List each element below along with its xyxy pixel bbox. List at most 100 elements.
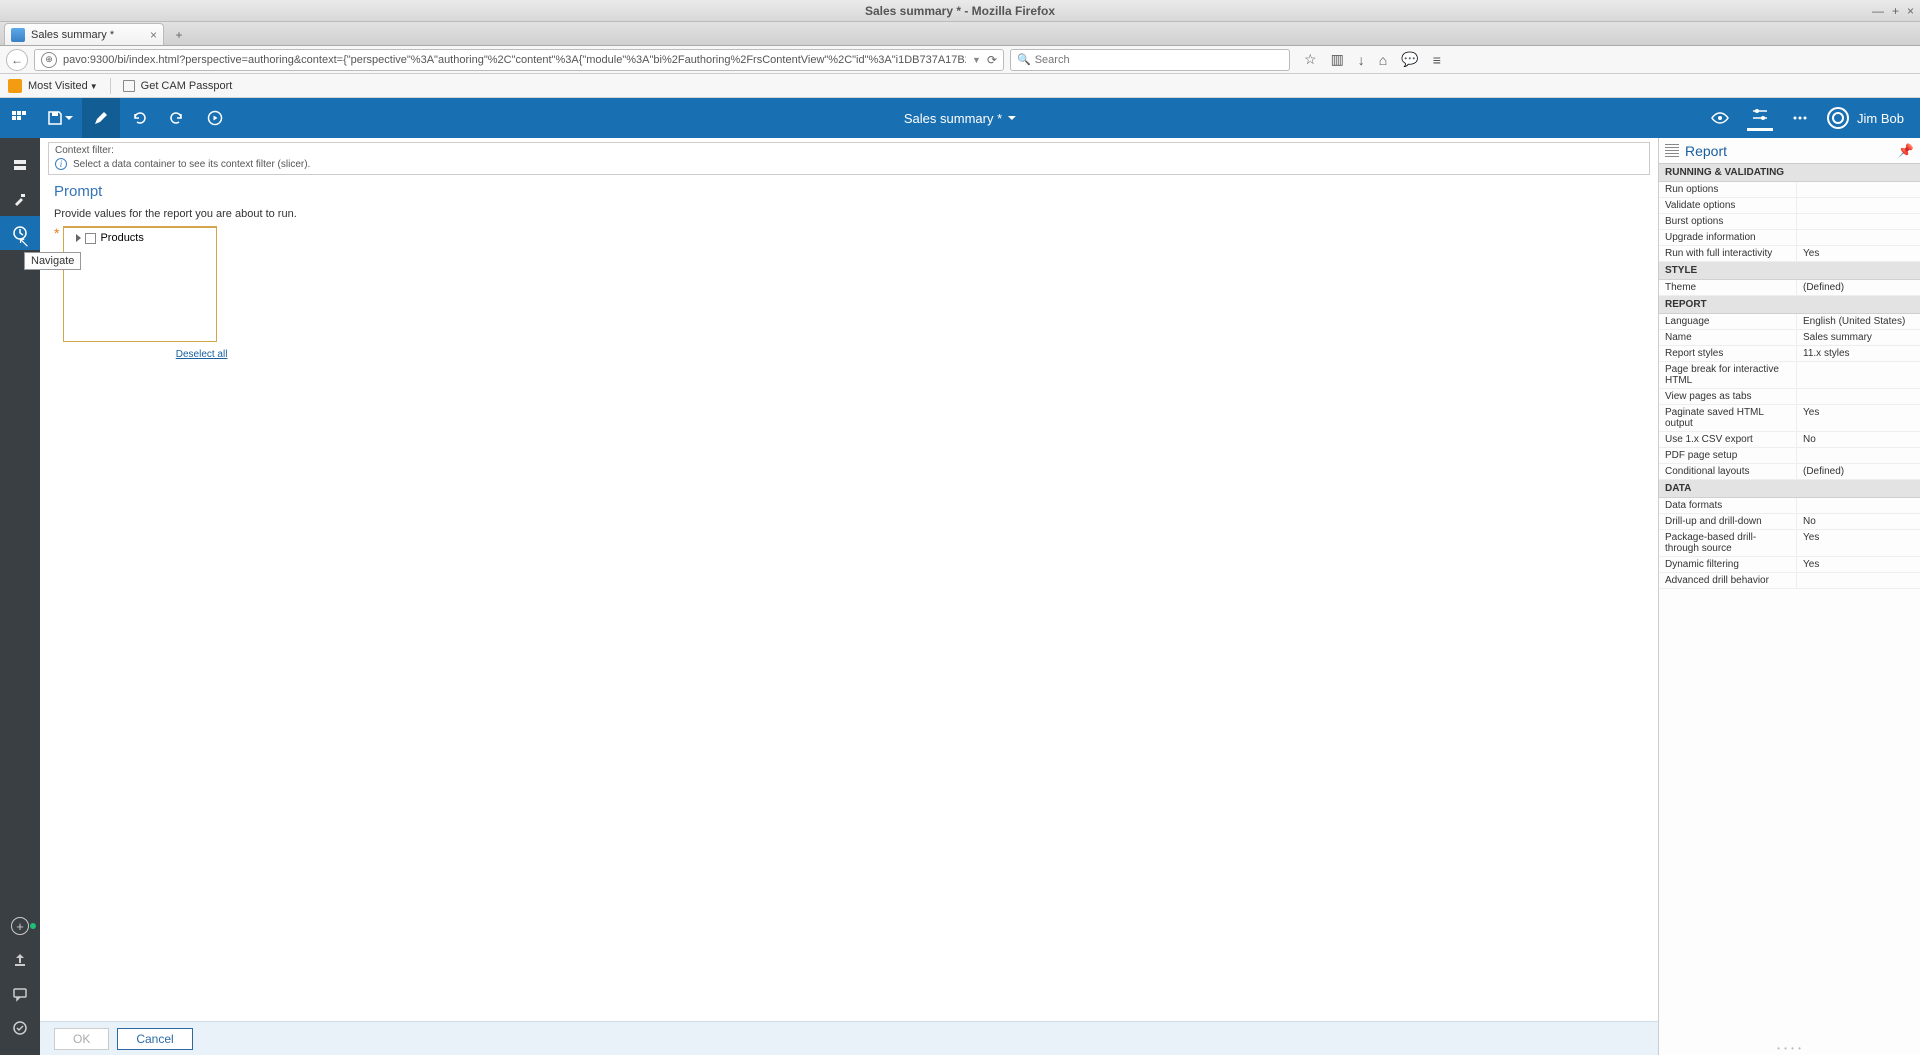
main-area: ↖ Navigate + Context filter: i Select a … [0, 138, 1920, 1055]
cam-passport-icon [123, 80, 135, 92]
chat-icon[interactable]: 💬 [1401, 51, 1418, 68]
prop-row[interactable]: Package-based drill-through sourceYes [1659, 530, 1920, 557]
chevron-down-icon [1008, 116, 1016, 120]
preview-button[interactable] [1707, 105, 1733, 131]
downloads-icon[interactable]: ↓ [1358, 52, 1365, 68]
prop-row[interactable]: Dynamic filteringYes [1659, 557, 1920, 573]
save-button[interactable] [38, 98, 82, 138]
urlbar-row: ← ⊕ pavo:9300/bi/index.html?perspective=… [0, 46, 1920, 74]
cancel-button[interactable]: Cancel [117, 1028, 192, 1050]
prop-row[interactable]: Advanced drill behavior [1659, 573, 1920, 589]
prompt-heading: Prompt [54, 183, 1644, 200]
window-titlebar: Sales summary * - Mozilla Firefox — + × [0, 0, 1920, 22]
sidebar-item-data[interactable] [0, 148, 40, 182]
prompt-tree[interactable]: Products [63, 226, 217, 342]
undo-icon [131, 110, 147, 126]
properties-panel: Report 📌 RUNNING & VALIDATING Run option… [1658, 138, 1920, 1055]
prop-row[interactable]: NameSales summary [1659, 330, 1920, 346]
search-input[interactable] [1035, 54, 1283, 66]
properties-button[interactable] [1747, 105, 1773, 131]
app-menu-button[interactable] [0, 98, 38, 138]
sidebar-item-navigate[interactable] [0, 216, 40, 250]
app-toolbar: Sales summary * Jim Bob [0, 98, 1920, 138]
prop-row[interactable]: Conditional layouts(Defined) [1659, 464, 1920, 480]
prop-row[interactable]: Page break for interactive HTML [1659, 362, 1920, 389]
tree-expand-icon[interactable] [76, 234, 81, 242]
user-menu[interactable]: Jim Bob [1827, 107, 1904, 129]
check-circle-icon [12, 1020, 28, 1036]
url-input[interactable]: ⊕ pavo:9300/bi/index.html?perspective=au… [34, 49, 1004, 71]
properties-title: Report [1685, 143, 1727, 159]
redo-button[interactable] [158, 98, 196, 138]
prop-row[interactable]: Upgrade information [1659, 230, 1920, 246]
bookmark-star-icon[interactable]: ☆ [1304, 51, 1317, 68]
prop-row[interactable]: Data formats [1659, 498, 1920, 514]
prop-row[interactable]: Validate options [1659, 198, 1920, 214]
prompt-button-bar: OK Cancel [40, 1021, 1658, 1055]
play-button[interactable] [196, 98, 234, 138]
most-visited-icon [8, 79, 22, 93]
play-icon [207, 110, 223, 126]
prop-row[interactable]: Theme(Defined) [1659, 280, 1920, 296]
sidebar-add-button[interactable]: + [0, 909, 40, 943]
undo-button[interactable] [120, 98, 158, 138]
section-running: RUNNING & VALIDATING [1659, 164, 1920, 182]
hammer-icon [12, 191, 28, 207]
prop-row[interactable]: Run with full interactivityYes [1659, 246, 1920, 262]
sidebar-comment-button[interactable] [0, 977, 40, 1011]
globe-icon: ⊕ [41, 52, 57, 68]
window-title: Sales summary * - Mozilla Firefox [865, 4, 1055, 18]
edit-button[interactable] [82, 98, 120, 138]
info-icon: i [55, 158, 67, 170]
save-icon [47, 110, 63, 126]
left-sidebar: ↖ Navigate + [0, 138, 40, 1055]
prop-row[interactable]: View pages as tabs [1659, 389, 1920, 405]
most-visited-link[interactable]: Most Visited▼ [28, 80, 98, 92]
browser-tab[interactable]: Sales summary * × [4, 23, 164, 45]
cam-passport-link[interactable]: Get CAM Passport [141, 80, 233, 92]
prop-row[interactable]: Paginate saved HTML outputYes [1659, 405, 1920, 432]
upload-icon [12, 952, 28, 968]
prop-row[interactable]: Run options [1659, 182, 1920, 198]
tab-label: Sales summary * [31, 29, 114, 41]
user-avatar-icon [1827, 107, 1849, 129]
tree-checkbox[interactable] [85, 233, 96, 244]
resize-handle-icon[interactable]: • • • • [1777, 1044, 1802, 1053]
minimize-button[interactable]: — [1872, 4, 1884, 18]
context-filter-msg: Select a data container to see its conte… [73, 159, 310, 170]
close-window-button[interactable]: × [1907, 4, 1914, 18]
reload-icon[interactable]: ⟳ [987, 53, 997, 67]
more-button[interactable] [1787, 105, 1813, 131]
navigate-tooltip: Navigate [24, 252, 81, 270]
plus-circle-icon: + [11, 917, 29, 935]
document-title-area[interactable]: Sales summary * [904, 111, 1016, 126]
new-tab-button[interactable]: + [168, 25, 190, 45]
prop-row[interactable]: Use 1.x CSV exportNo [1659, 432, 1920, 448]
menu-icon[interactable]: ≡ [1433, 52, 1441, 68]
context-filter-label: Context filter: [55, 145, 1643, 156]
prop-row[interactable]: Burst options [1659, 214, 1920, 230]
prop-row[interactable]: Drill-up and drill-downNo [1659, 514, 1920, 530]
tab-close-icon[interactable]: × [150, 28, 157, 42]
url-text: pavo:9300/bi/index.html?perspective=auth… [63, 54, 966, 66]
pin-icon[interactable]: 📌 [1898, 143, 1914, 159]
prop-row[interactable]: Report styles11.x styles [1659, 346, 1920, 362]
document-title: Sales summary * [904, 111, 1002, 126]
ok-button[interactable]: OK [54, 1028, 109, 1050]
maximize-button[interactable]: + [1892, 4, 1899, 18]
library-icon[interactable]: ▥ [1331, 51, 1344, 68]
sidebar-item-toolbox[interactable] [0, 182, 40, 216]
prop-row[interactable]: PDF page setup [1659, 448, 1920, 464]
url-icons: ☆ ▥ ↓ ⌂ 💬 ≡ [1304, 51, 1441, 68]
comment-icon [12, 986, 28, 1002]
nav-back-button[interactable]: ← [6, 49, 28, 71]
sidebar-upload-button[interactable] [0, 943, 40, 977]
home-icon[interactable]: ⌂ [1379, 52, 1387, 68]
url-dropdown-icon[interactable]: ▼ [972, 55, 981, 65]
deselect-all-link[interactable]: Deselect all [176, 349, 228, 360]
sidebar-check-button[interactable] [0, 1011, 40, 1045]
status-dot-icon [30, 923, 36, 929]
prop-row[interactable]: LanguageEnglish (United States) [1659, 314, 1920, 330]
separator [110, 78, 111, 94]
tree-item-products[interactable]: Products [68, 232, 212, 244]
